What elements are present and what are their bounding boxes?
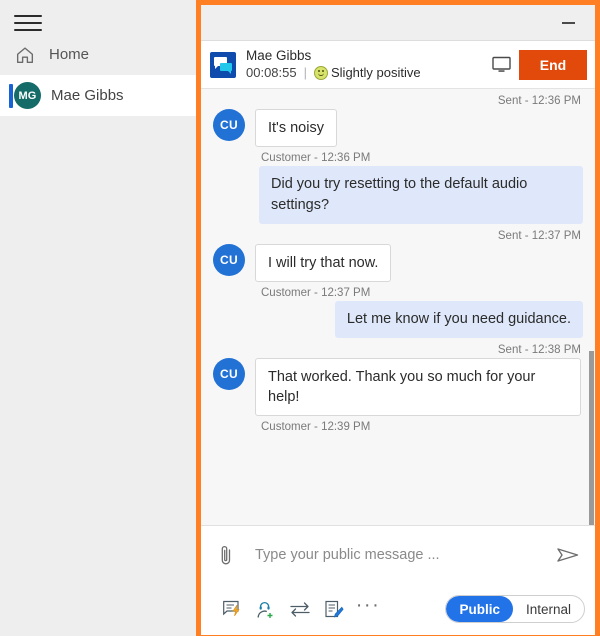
chat-bubble-glyph <box>220 62 232 74</box>
message-row-outgoing: Let me know if you need guidance. <box>213 301 583 338</box>
avatar: CU <box>213 244 245 276</box>
add-agent-icon <box>257 601 273 618</box>
slightly-positive-emoji-icon <box>314 66 328 80</box>
emoji-mouth <box>318 72 324 77</box>
message-list[interactable]: Sent - 12:36 PM CU It's noisy Customer -… <box>201 88 595 525</box>
message-input[interactable] <box>253 546 553 564</box>
hamburger-bar <box>14 29 42 31</box>
message-row-incoming: CU It's noisy <box>213 109 583 147</box>
message-composer: ··· Public Internal <box>201 525 595 635</box>
app-root: Home MG Mae Gibbs Mae Gibbs 00:08:55 | S… <box>0 0 600 636</box>
message-bubble: It's noisy <box>255 109 337 147</box>
message-meta: Customer - 12:39 PM <box>261 421 371 433</box>
session-timer: 00:08:55 <box>246 65 297 80</box>
message-bubble: Let me know if you need guidance. <box>334 301 583 338</box>
message-row-incoming: CU That worked. Thank you so much for yo… <box>213 358 583 416</box>
minimize-button[interactable] <box>553 12 583 34</box>
message-meta: Sent - 12:38 PM <box>497 344 581 356</box>
sidebar-item-home[interactable]: Home <box>0 34 196 75</box>
end-conversation-button[interactable]: End <box>519 49 587 80</box>
more-options-button[interactable]: ··· <box>351 594 385 624</box>
window-titlebar <box>201 5 595 41</box>
message-scrollbar[interactable] <box>588 89 595 525</box>
contact-name: Mae Gibbs <box>246 48 312 63</box>
hamburger-menu-icon[interactable] <box>14 12 42 34</box>
add-agent-button[interactable] <box>249 594 283 624</box>
avatar: MG <box>14 82 41 109</box>
composer-input-row <box>201 526 595 584</box>
quick-reply-button[interactable] <box>215 594 249 624</box>
send-button[interactable] <box>553 545 583 565</box>
message-meta: Customer - 12:36 PM <box>261 152 371 164</box>
message-row-outgoing: Did you try resetting to the default aud… <box>213 166 583 224</box>
note-icon <box>325 600 344 617</box>
minimize-icon <box>561 21 575 24</box>
message-row-incoming: CU I will try that now. <box>213 244 583 282</box>
hamburger-bar <box>14 15 42 17</box>
visibility-option-public[interactable]: Public <box>446 596 513 622</box>
monitor-glyph <box>491 56 511 72</box>
sidebar-item-label: Mae Gibbs <box>51 87 124 104</box>
transfer-button[interactable] <box>283 594 317 624</box>
sidebar-item-mae-gibbs[interactable]: MG Mae Gibbs <box>0 75 196 116</box>
more-options-icon: ··· <box>355 594 381 616</box>
visibility-option-internal[interactable]: Internal <box>513 596 584 622</box>
conversation-icon <box>210 51 236 78</box>
conversation-header: Mae Gibbs 00:08:55 | Slightly positive E… <box>201 41 595 88</box>
transfer-icon <box>290 602 310 617</box>
message-bubble: Did you try resetting to the default aud… <box>259 166 583 224</box>
left-sidebar: Home MG Mae Gibbs <box>0 0 196 636</box>
avatar: CU <box>213 109 245 141</box>
note-button[interactable] <box>317 594 351 624</box>
conversation-meta: Mae Gibbs 00:08:55 | Slightly positive <box>246 47 483 82</box>
message-meta: Sent - 12:37 PM <box>497 230 581 242</box>
chat-window: Mae Gibbs 00:08:55 | Slightly positive E… <box>196 0 600 636</box>
message-bubble: I will try that now. <box>255 244 392 282</box>
composer-tools-row: ··· Public Internal <box>201 584 595 634</box>
message-meta: Customer - 12:37 PM <box>261 287 371 299</box>
avatar: CU <box>213 358 245 390</box>
paperclip-icon <box>221 545 231 565</box>
sentiment-label: Slightly positive <box>331 65 421 80</box>
attach-file-button[interactable] <box>211 544 241 566</box>
meta-divider: | <box>303 65 307 80</box>
conversation-substatus: 00:08:55 | Slightly positive <box>246 64 483 82</box>
message-meta: Sent - 12:36 PM <box>497 95 581 107</box>
visibility-toggle[interactable]: Public Internal <box>445 595 585 623</box>
monitor-icon[interactable] <box>483 56 519 73</box>
sidebar-item-label: Home <box>49 46 90 63</box>
message-bubble: That worked. Thank you so much for your … <box>255 358 581 416</box>
send-icon <box>557 548 579 562</box>
home-icon <box>16 46 34 63</box>
quick-reply-icon <box>223 600 240 617</box>
hamburger-bar <box>14 22 42 24</box>
scrollbar-thumb[interactable] <box>589 351 594 525</box>
